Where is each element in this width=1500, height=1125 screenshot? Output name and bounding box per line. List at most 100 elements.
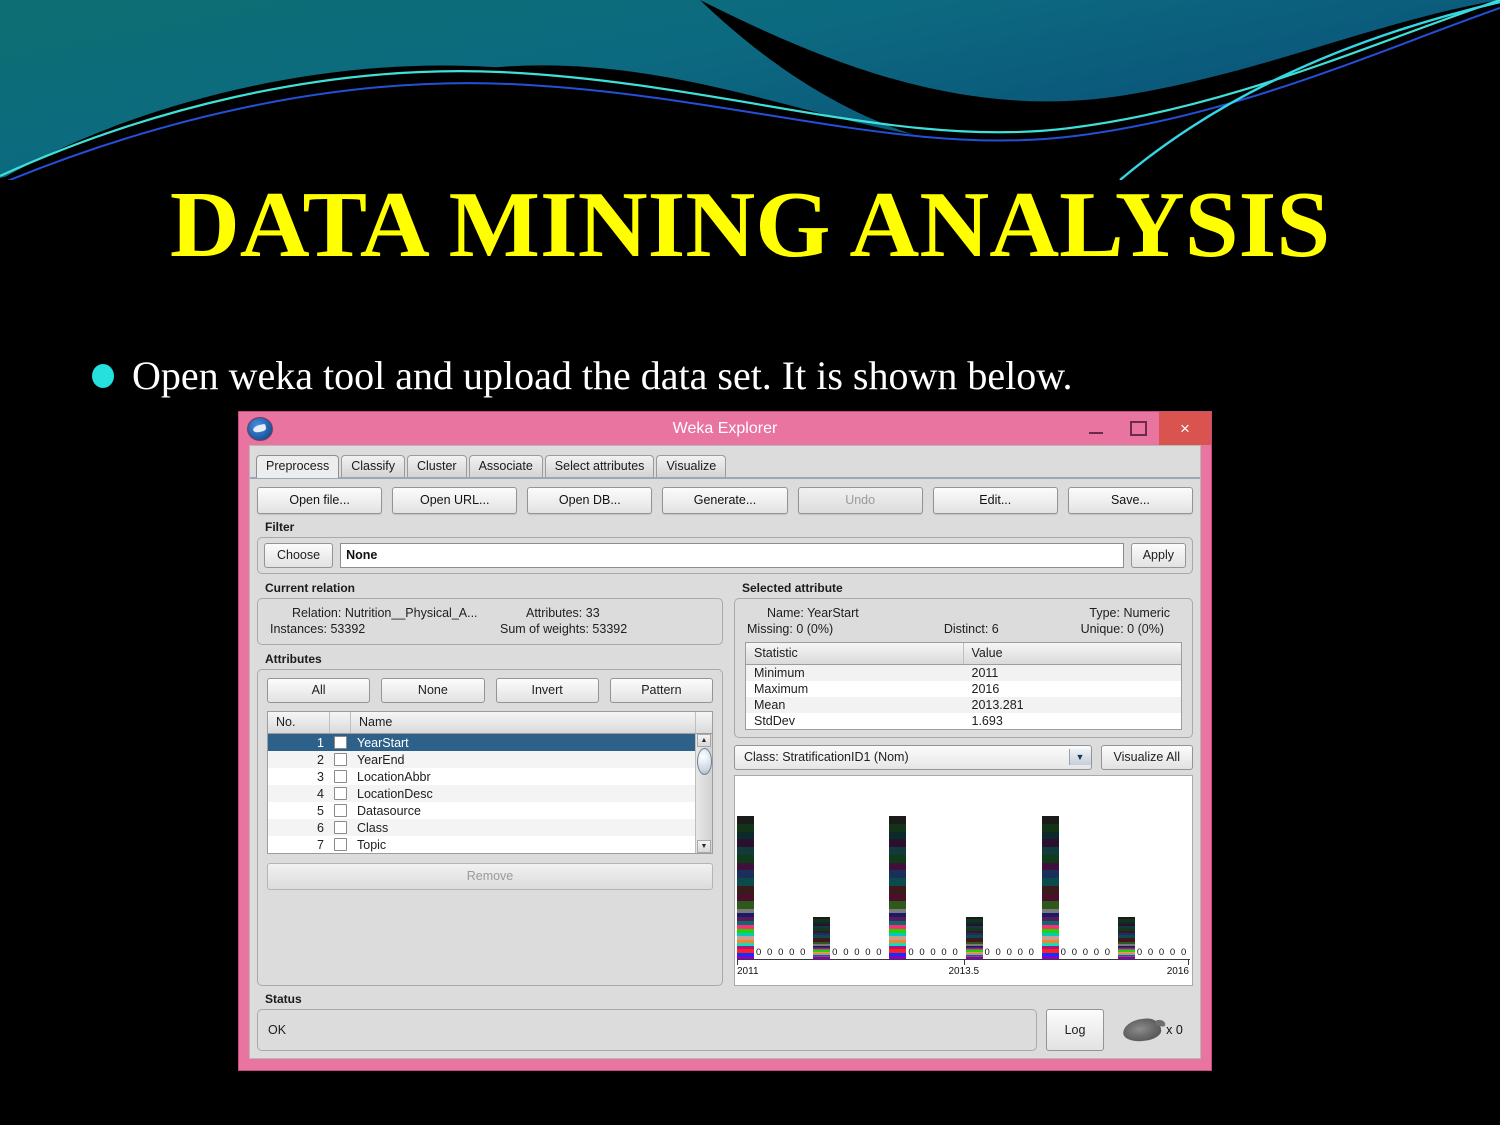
maximize-icon xyxy=(1129,421,1147,436)
presentation-slide: DATA MINING ANALYSIS Open weka tool and … xyxy=(0,0,1500,1125)
triangle-up-icon[interactable]: ▲ xyxy=(697,734,711,747)
row-no: 7 xyxy=(317,837,324,852)
current-relation-panel: Relation: Nutrition__Physical_A... Attri… xyxy=(257,598,723,645)
open-url-button[interactable]: Open URL... xyxy=(392,487,518,514)
row-checkbox[interactable] xyxy=(330,787,350,800)
histogram-bar xyxy=(1041,816,1059,959)
histogram-empty-bin-label: 0 xyxy=(1158,947,1165,958)
table-row[interactable]: 5 Datasource xyxy=(268,802,695,819)
instances-label: Instances: xyxy=(270,622,327,636)
table-row[interactable]: 3 LocationAbbr xyxy=(268,768,695,785)
tab-visualize[interactable]: Visualize xyxy=(656,454,727,477)
table-row[interactable]: 7 Topic xyxy=(268,836,695,853)
row-checkbox[interactable] xyxy=(330,753,350,766)
apply-filter-button[interactable]: Apply xyxy=(1130,543,1186,568)
row-no: 1 xyxy=(317,735,324,750)
tab-select-attributes[interactable]: Select attributes xyxy=(544,454,655,477)
histogram-empty-bin-label: 0 xyxy=(789,947,795,958)
right-column: Selected attribute Name: YearStart Type:… xyxy=(734,581,1193,986)
histogram-empty-bin-label: 0 xyxy=(843,947,849,958)
filter-section: Filter Choose None Apply xyxy=(250,520,1200,574)
attributes-value: 33 xyxy=(585,606,600,620)
invert-selection-button[interactable]: Invert xyxy=(495,678,599,703)
close-button[interactable]: × xyxy=(1159,412,1211,445)
selected-attribute-label: Selected attribute xyxy=(742,581,843,595)
row-name: YearEnd xyxy=(357,752,405,767)
chevron-down-icon[interactable]: ▼ xyxy=(1068,749,1091,765)
tab-preprocess[interactable]: Preprocess xyxy=(256,454,340,478)
choose-filter-button[interactable]: Choose xyxy=(264,543,334,568)
weka-explorer-window: Weka Explorer × Preprocess Classify Clus… xyxy=(238,411,1212,1071)
stat-value: 2016 xyxy=(971,682,1000,696)
row-checkbox[interactable] xyxy=(330,804,350,817)
row-no: 3 xyxy=(317,769,324,784)
attr-name-value: YearStart xyxy=(807,606,859,620)
table-row[interactable]: 2 YearEnd xyxy=(268,751,695,768)
filter-value-field[interactable]: None xyxy=(340,543,1124,568)
tab-classify[interactable]: Classify xyxy=(341,454,405,477)
bullet-text: Open weka tool and upload the data set. … xyxy=(132,353,1073,398)
left-column: Current relation Relation: Nutrition__Ph… xyxy=(257,581,723,986)
status-section: Status OK Log x 0 xyxy=(250,986,1200,1058)
stat-name: Mean xyxy=(754,698,786,712)
histogram-empty-bin-label: 0 xyxy=(778,947,784,958)
weka-status-bird: x 0 xyxy=(1113,1009,1193,1051)
row-checkbox[interactable] xyxy=(330,770,350,783)
open-db-button[interactable]: Open DB... xyxy=(527,487,653,514)
pattern-button[interactable]: Pattern xyxy=(609,678,713,703)
selected-attribute-panel: Name: YearStart Type: Numeric Missing: 0… xyxy=(734,598,1193,738)
tab-cluster[interactable]: Cluster xyxy=(407,454,467,477)
preprocess-toolbar: Open file... Open URL... Open DB... Gene… xyxy=(250,479,1200,520)
axis-tick xyxy=(963,959,965,965)
histogram-empty-bin-label: 0 xyxy=(1147,947,1154,958)
histogram-empty-bin-label: 0 xyxy=(984,947,990,958)
scrollbar-thumb[interactable] xyxy=(696,748,712,775)
attributes-table-header: No. Name xyxy=(268,712,712,734)
histogram-empty-bin-label: 0 xyxy=(1071,947,1077,958)
stat-value: 2013.281 xyxy=(971,698,1024,712)
attr-type-label: Type: xyxy=(1089,606,1120,620)
row-checkbox[interactable] xyxy=(330,838,350,851)
log-button[interactable]: Log xyxy=(1046,1009,1104,1051)
histogram-empty-bin-label: 0 xyxy=(865,947,871,958)
select-all-button[interactable]: All xyxy=(267,678,371,703)
histogram-empty-bin-label: 0 xyxy=(941,947,947,958)
attr-type-value: Numeric xyxy=(1123,606,1170,620)
class-dropdown[interactable]: Class: StratificationID1 (Nom) ▼ xyxy=(734,745,1092,770)
row-no: 2 xyxy=(317,752,324,767)
save-button[interactable]: Save... xyxy=(1067,487,1193,514)
row-name: LocationAbbr xyxy=(357,769,431,784)
histogram-bar xyxy=(965,917,983,960)
histogram-empty-bin-label: 0 xyxy=(1093,947,1100,958)
histogram-empty-bin-label: 0 xyxy=(876,947,882,958)
tab-associate[interactable]: Associate xyxy=(468,454,543,477)
attributes-scrollbar[interactable]: ▲ ▼ xyxy=(695,734,712,853)
row-checkbox[interactable] xyxy=(330,736,350,749)
select-none-button[interactable]: None xyxy=(381,678,485,703)
row-checkbox[interactable] xyxy=(330,821,350,834)
bullet-list-item: Open weka tool and upload the data set. … xyxy=(92,352,1422,400)
histogram-empty-bin-label: 0 xyxy=(854,947,860,958)
column-header-value: Value xyxy=(971,646,1003,660)
table-row[interactable]: 4 LocationDesc xyxy=(268,785,695,802)
visualize-all-button[interactable]: Visualize All xyxy=(1100,745,1193,770)
histogram-empty-bin-label: 0 xyxy=(930,947,936,958)
attribute-histogram[interactable]: 000000000000000000000000000000 2011 2013.… xyxy=(734,775,1193,986)
instances-value: 53392 xyxy=(330,622,366,636)
undo-button: Undo xyxy=(797,487,923,514)
histogram-bar xyxy=(737,816,754,959)
histogram-empty-bin-label: 0 xyxy=(756,947,762,958)
attr-missing-label: Missing: xyxy=(747,622,793,636)
open-file-button[interactable]: Open file... xyxy=(257,487,383,514)
maximize-button[interactable] xyxy=(1117,412,1159,445)
table-row[interactable]: 1 YearStart xyxy=(268,734,695,751)
preprocess-main-area: Current relation Relation: Nutrition__Ph… xyxy=(250,574,1200,986)
edit-button[interactable]: Edit... xyxy=(932,487,1058,514)
table-row[interactable]: 6 Class xyxy=(268,819,695,836)
histogram-empty-bin-label: 0 xyxy=(800,947,806,958)
current-relation-label: Current relation xyxy=(265,581,356,595)
triangle-down-icon[interactable]: ▼ xyxy=(697,840,711,853)
generate-button[interactable]: Generate... xyxy=(662,487,788,514)
minimize-button[interactable] xyxy=(1075,412,1117,445)
attributes-rows: 1 YearStart 2 YearEnd 3 LocationAbbr 4 L… xyxy=(268,734,695,853)
